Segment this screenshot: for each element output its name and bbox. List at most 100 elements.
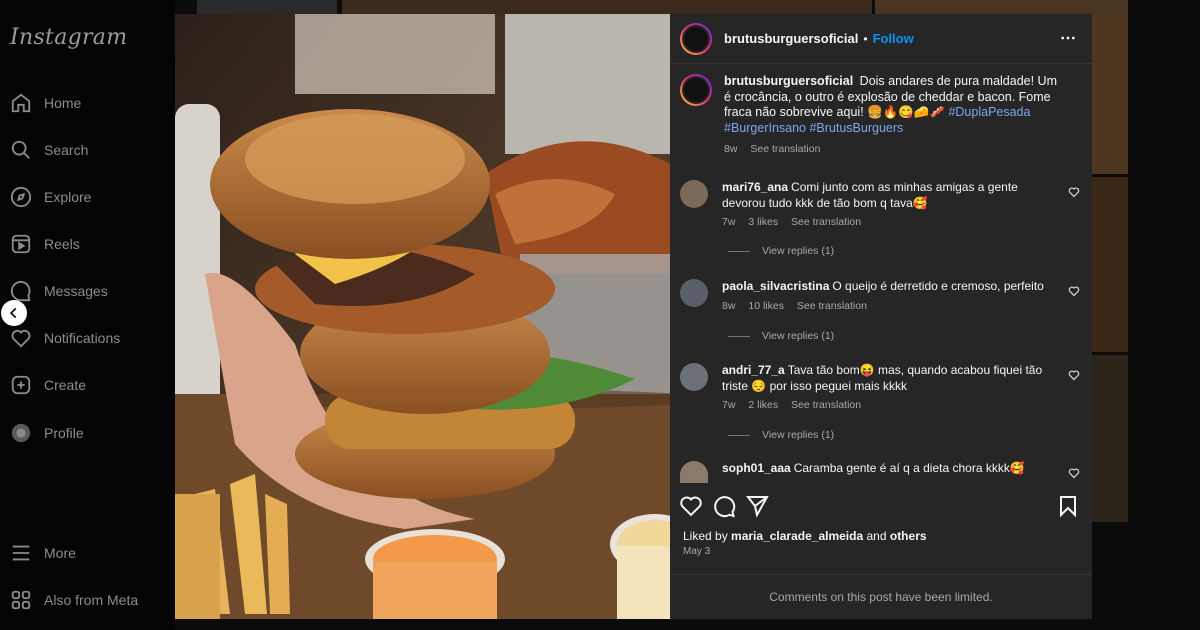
comment-age: 8w [722, 299, 736, 312]
comment-username[interactable]: paola_silvacristina [722, 279, 829, 293]
sidebar-item-search[interactable]: Search [10, 138, 88, 162]
background-tile [342, 0, 872, 14]
sidebar-item-label: Reels [44, 236, 80, 252]
sidebar-item-profile[interactable]: Profile [10, 421, 84, 445]
caption-hashtag[interactable]: #DuplaPesada [948, 105, 1030, 119]
sidebar-item-explore[interactable]: Explore [10, 185, 91, 209]
view-replies-button[interactable]: View replies (1) [728, 429, 834, 441]
replies-divider [728, 335, 750, 337]
sidebar-item-messages[interactable]: Messages [10, 279, 108, 303]
view-replies-label: View replies (1) [762, 429, 835, 441]
comment-text: Caramba gente é aí q a dieta chora kkkk🥰 [793, 461, 1025, 475]
chevron-left-icon [9, 307, 17, 319]
caption-meta: 8w See translation [724, 142, 1064, 158]
liked-by-and: and [866, 529, 887, 543]
separator-dot: • [863, 31, 868, 46]
create-icon [11, 375, 31, 395]
instagram-logo[interactable]: Instagram [10, 25, 127, 50]
comment-body: paola_silvacristina O queijo é derretido … [722, 279, 1052, 314]
sidebar-item-home[interactable]: Home [10, 91, 81, 115]
see-translation-link[interactable]: See translation [791, 399, 861, 411]
author-username[interactable]: brutusburguersoficial [724, 31, 858, 46]
author-avatar-logo [682, 76, 710, 104]
sidebar-item-reels[interactable]: Reels [10, 232, 80, 256]
comment-body: mari76_ana Comi junto com as minhas amiga… [722, 180, 1052, 231]
sidebar-item-also-from-meta[interactable]: Also from Meta [10, 588, 138, 612]
author-avatar[interactable] [680, 22, 712, 55]
sidebar-item-label: Create [44, 377, 87, 393]
post-modal: brutusburguersoficial • Follow brutusbur… [175, 14, 1092, 619]
replies-divider [728, 434, 750, 436]
background-tile [1092, 177, 1128, 352]
see-translation-link[interactable]: See translation [797, 300, 867, 312]
commenter-avatar[interactable] [680, 363, 708, 391]
sidebar-item-label: Search [44, 142, 89, 158]
search-icon [11, 140, 30, 159]
view-replies-button[interactable]: View replies (1) [728, 330, 834, 342]
caption-hashtags[interactable]: #BurgerInsano #BrutusBurguers [724, 121, 903, 135]
liked-by-others[interactable]: others [890, 529, 927, 543]
sidebar-item-label: Profile [44, 425, 84, 441]
reels-icon [11, 234, 31, 254]
comment-icon[interactable] [712, 494, 736, 518]
background-tile [1092, 355, 1128, 522]
post-date: May 3 [683, 546, 711, 557]
comment-age: 7w [722, 399, 736, 411]
profile-icon [11, 423, 31, 443]
caption-username[interactable]: brutusburguersoficial [724, 74, 853, 88]
comment-username[interactable]: mari76_ana [722, 180, 788, 194]
like-comment-icon[interactable] [1068, 186, 1080, 198]
comment-age: 7w [722, 216, 736, 228]
sidebar-item-more[interactable]: More [10, 541, 76, 565]
sidebar-item-label: More [44, 545, 76, 561]
comment-meta: 7w 3 likes See translation [722, 215, 1052, 231]
comment-item: andri_77_a Tava tão bom😝 mas, quando acab… [680, 363, 1080, 414]
post-photo[interactable] [175, 14, 670, 619]
like-comment-icon[interactable] [1068, 285, 1080, 297]
sidebar-item-notifications[interactable]: Notifications [10, 326, 120, 350]
liked-by-user[interactable]: maria_clarade_almeida [731, 529, 863, 543]
sidebar-item-create[interactable]: Create [10, 373, 86, 397]
home-icon [11, 93, 31, 113]
sidebar-item-label: Messages [44, 283, 108, 299]
caption-author-avatar[interactable] [680, 74, 712, 106]
heart-icon [11, 329, 31, 348]
see-translation-link[interactable]: See translation [791, 216, 861, 228]
more-options-icon[interactable] [1060, 30, 1076, 46]
share-icon[interactable] [745, 494, 769, 518]
caption-body: brutusburguersoficial Dois andares de pu… [724, 74, 1064, 158]
follow-button[interactable]: Follow [873, 31, 914, 46]
comment-item: mari76_ana Comi junto com as minhas amiga… [680, 180, 1080, 231]
explore-icon [10, 186, 32, 208]
menu-icon [12, 545, 30, 561]
comment-username[interactable]: soph01_aaa [722, 461, 791, 475]
save-icon[interactable] [1056, 494, 1080, 518]
like-comment-icon[interactable] [1068, 467, 1080, 479]
comment-text: O queijo é derretido e cremoso, perfeito [832, 279, 1044, 293]
messages-icon [10, 280, 31, 302]
sidebar-item-label: Home [44, 95, 82, 111]
commenter-avatar[interactable] [680, 180, 708, 208]
comment-likes[interactable]: 3 likes [748, 216, 778, 228]
comment-body: soph01_aaa Caramba gente é aí q a dieta c… [722, 461, 1052, 483]
comment-username[interactable]: andri_77_a [722, 363, 785, 377]
comment-likes[interactable]: 2 likes [748, 399, 778, 411]
post-actions-bar [670, 492, 1092, 522]
comment-likes[interactable]: 10 likes [748, 300, 784, 312]
like-icon[interactable] [679, 494, 703, 518]
replies-divider [728, 250, 750, 252]
background-tile [1092, 14, 1128, 174]
background-tile [197, 0, 337, 14]
view-replies-button[interactable]: View replies (1) [728, 245, 834, 257]
burger-photo-illustration [175, 14, 670, 619]
commenter-avatar[interactable] [680, 279, 708, 307]
view-replies-label: View replies (1) [762, 245, 835, 257]
like-comment-icon[interactable] [1068, 369, 1080, 381]
see-translation-link[interactable]: See translation [750, 143, 820, 155]
comment-meta: 8w 10 likes See translation [722, 299, 1052, 315]
comments-limited-notice: Comments on this post have been limited. [670, 574, 1092, 619]
previous-post-button[interactable] [1, 300, 27, 326]
post-caption: brutusburguersoficial Dois andares de pu… [680, 74, 1080, 158]
commenter-avatar[interactable] [680, 461, 708, 483]
comment-item: soph01_aaa Caramba gente é aí q a dieta c… [680, 461, 1080, 483]
